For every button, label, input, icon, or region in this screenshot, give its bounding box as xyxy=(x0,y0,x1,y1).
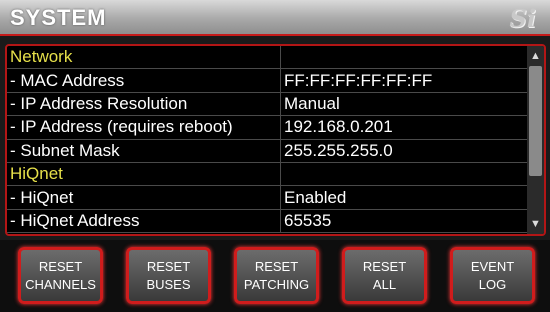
row-value xyxy=(280,162,529,187)
row-label: - Subnet Mask xyxy=(7,139,281,163)
reset-channels-button[interactable]: RESET CHANNELS xyxy=(18,247,103,304)
row-value: 255.255.255.0 xyxy=(280,139,529,163)
row-label: - HiQnet Address xyxy=(7,209,281,234)
row-label: - IP Address (requires reboot) xyxy=(7,115,281,140)
button-bar: RESET CHANNELS RESET BUSES RESET PATCHIN… xyxy=(0,240,550,312)
scrollbar[interactable]: ▲ ▼ xyxy=(527,46,544,234)
row-label: - MAC Address xyxy=(7,68,281,93)
row-label: HiQnet xyxy=(7,162,281,187)
table-row[interactable]: - IP Address Resolution Manual xyxy=(7,92,529,117)
table-row[interactable]: - MAC Address FF:FF:FF:FF:FF:FF xyxy=(7,68,529,93)
reset-patching-button[interactable]: RESET PATCHING xyxy=(234,247,319,304)
reset-all-button[interactable]: RESET ALL xyxy=(342,247,427,304)
page-title: SYSTEM xyxy=(10,5,107,30)
table-row[interactable]: - Subnet Mask 255.255.255.0 xyxy=(7,139,529,163)
row-value: 192.168.0.201 xyxy=(280,115,529,140)
table-row[interactable]: - HiQnet Address 65535 xyxy=(7,209,529,234)
table-row[interactable]: - HiQnet Enabled xyxy=(7,185,529,210)
settings-table: Network - MAC Address FF:FF:FF:FF:FF:FF … xyxy=(7,46,529,234)
reset-buses-button[interactable]: RESET BUSES xyxy=(126,247,211,304)
row-value: FF:FF:FF:FF:FF:FF xyxy=(280,68,529,93)
row-value xyxy=(280,46,529,70)
title-bar: SYSTEM Si xyxy=(0,0,550,36)
table-row[interactable]: - IP Address (requires reboot) 192.168.0… xyxy=(7,115,529,140)
event-log-button[interactable]: EVENT LOG xyxy=(450,247,535,304)
row-value: 65535 xyxy=(280,209,529,234)
row-value: Enabled xyxy=(280,185,529,210)
up-arrow-icon[interactable]: ▲ xyxy=(527,48,544,64)
brand-logo: Si xyxy=(509,4,536,33)
down-arrow-icon[interactable]: ▼ xyxy=(527,216,544,232)
row-label: - HiQnet xyxy=(7,185,281,210)
table-row[interactable]: HiQnet xyxy=(7,162,529,187)
row-label: Network xyxy=(7,46,281,70)
scrollbar-thumb[interactable] xyxy=(529,66,542,176)
row-label: - IP Address Resolution xyxy=(7,92,281,117)
row-value: Manual xyxy=(280,92,529,117)
table-row[interactable]: Network xyxy=(7,46,529,70)
settings-panel: Network - MAC Address FF:FF:FF:FF:FF:FF … xyxy=(5,44,546,236)
